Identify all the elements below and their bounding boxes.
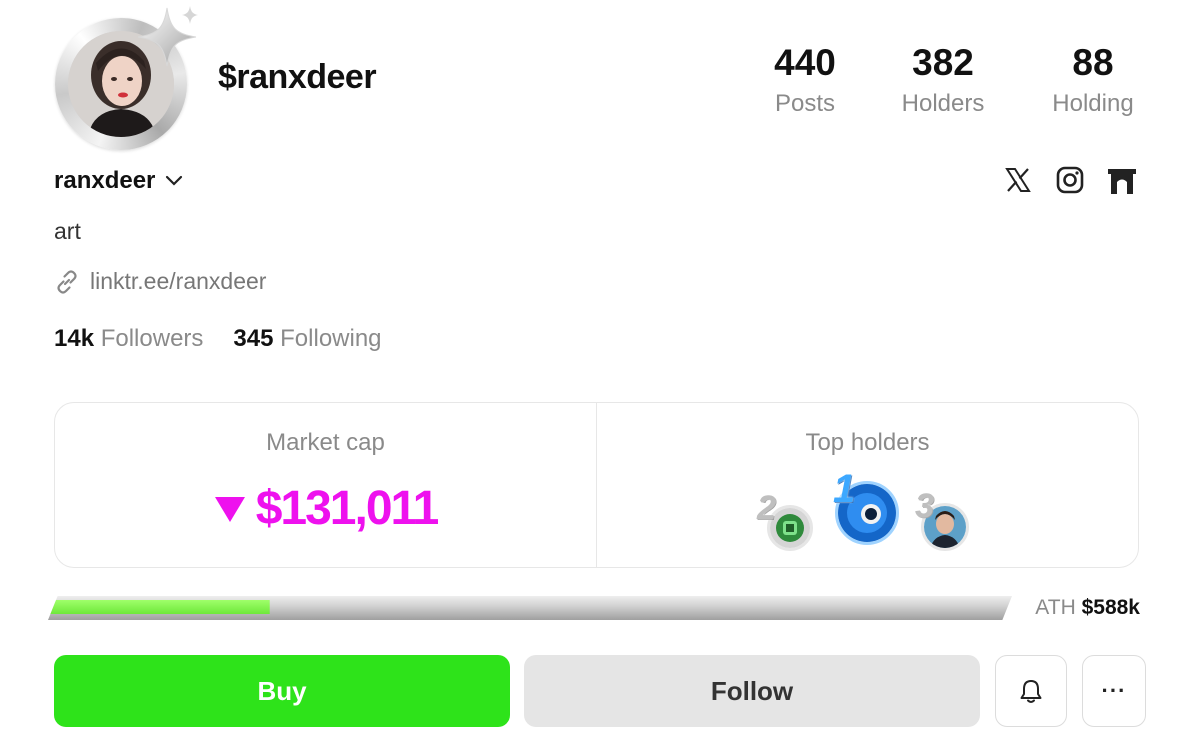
holder-rank-2: 2	[757, 489, 776, 527]
token-name: $ranxdeer	[218, 58, 377, 96]
following-count[interactable]: 345 Following	[233, 325, 381, 353]
ath-label: ATH	[1035, 596, 1076, 619]
profile-link-text: linktr.ee/ranxdeer	[90, 268, 267, 294]
following-label: Following	[280, 325, 382, 352]
buy-button[interactable]: Buy	[54, 655, 510, 727]
ath-progress-bar	[48, 596, 1012, 620]
following-number: 345	[233, 325, 274, 352]
ath-progress-fill	[48, 600, 270, 614]
stat-holding-label: Holding	[1052, 90, 1134, 117]
ath-value: $588k	[1081, 596, 1140, 619]
more-options-button[interactable]: ···	[1082, 655, 1146, 727]
market-cap-value: $131,011	[255, 482, 440, 535]
gate-icon[interactable]	[1106, 164, 1138, 196]
bell-icon	[1020, 680, 1042, 703]
link-icon	[57, 269, 77, 294]
top-holders-list: 2 1 3	[597, 467, 1138, 555]
follow-counts: 14k Followers 345 Following	[54, 325, 382, 353]
holder-rank-3: 3	[915, 487, 934, 525]
notifications-button[interactable]	[995, 655, 1067, 727]
account-switcher[interactable]: ranxdeer	[54, 167, 183, 195]
more-icon: ···	[1101, 678, 1127, 703]
followers-count[interactable]: 14k Followers	[54, 325, 203, 353]
stat-posts[interactable]: 440 Posts	[760, 42, 850, 118]
ath-readout: ATH $588k	[1035, 596, 1140, 620]
stat-holding[interactable]: 88 Holding	[1040, 42, 1146, 118]
market-cap-label: Market cap	[266, 429, 385, 456]
stat-holders-value: 382	[912, 42, 974, 83]
followers-number: 14k	[54, 325, 95, 352]
x-icon[interactable]	[1002, 164, 1034, 196]
stat-holders[interactable]: 382 Holders	[890, 42, 996, 118]
followers-label: Followers	[100, 325, 204, 352]
chevron-down-icon	[166, 175, 183, 186]
social-links	[1002, 164, 1138, 196]
holder-rank-1: 1	[833, 467, 856, 511]
top-holders-panel[interactable]: Top holders 2 1 3	[597, 403, 1138, 567]
stat-posts-value: 440	[774, 42, 836, 83]
follow-button[interactable]: Follow	[524, 655, 980, 727]
handle-label: ranxdeer	[54, 167, 156, 194]
bio-text: art	[54, 218, 81, 244]
stat-posts-label: Posts	[774, 90, 836, 117]
instagram-icon[interactable]	[1054, 164, 1086, 196]
profile-link[interactable]: linktr.ee/ranxdeer	[54, 268, 266, 295]
market-cap-panel[interactable]: Market cap $131,011	[55, 403, 596, 567]
stat-holders-label: Holders	[901, 90, 985, 117]
market-card: Market cap $131,011 Top holders 2 1 3	[54, 402, 1139, 568]
top-holders-label: Top holders	[805, 429, 930, 456]
stat-holding-value: 88	[1072, 42, 1114, 83]
down-triangle-icon	[214, 496, 245, 522]
sparkle-icon	[137, 6, 198, 67]
